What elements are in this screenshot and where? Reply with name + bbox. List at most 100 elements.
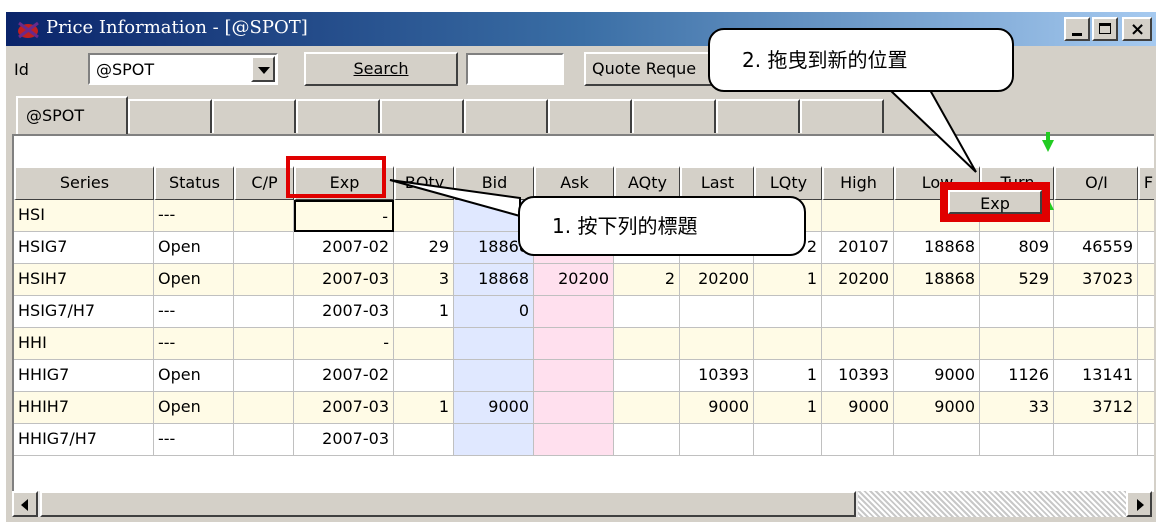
combo-dropdown-button[interactable] <box>251 56 275 82</box>
table-cell[interactable] <box>234 328 294 360</box>
column-header-lqty[interactable]: LQty <box>754 166 822 200</box>
tab-spot[interactable]: @SPOT <box>16 96 128 134</box>
column-header-status[interactable]: Status <box>154 166 234 200</box>
tab-empty[interactable] <box>212 99 296 133</box>
table-cell[interactable]: 9000 <box>822 392 894 424</box>
table-cell[interactable]: 10393 <box>680 360 754 392</box>
table-cell[interactable]: 3712 <box>1054 392 1138 424</box>
tab-empty[interactable] <box>128 99 212 133</box>
table-cell[interactable]: Open <box>154 392 234 424</box>
table-cell[interactable]: Open <box>154 264 234 296</box>
table-cell[interactable] <box>1138 328 1154 360</box>
table-cell[interactable]: 20200 <box>680 264 754 296</box>
table-cell[interactable] <box>454 360 534 392</box>
blank-input[interactable] <box>466 53 564 85</box>
table-row[interactable]: HHIG7/H7 <box>14 424 154 456</box>
table-cell[interactable]: --- <box>154 200 234 232</box>
table-cell[interactable]: 2007-02 <box>294 232 394 264</box>
table-cell[interactable] <box>614 360 680 392</box>
table-cell[interactable] <box>980 424 1054 456</box>
column-header-bid[interactable]: Bid <box>454 166 534 200</box>
table-cell[interactable] <box>234 200 294 232</box>
table-cell[interactable] <box>1054 424 1138 456</box>
table-cell[interactable] <box>614 296 680 328</box>
table-row[interactable]: HSIH7 <box>14 264 154 296</box>
scroll-left-button[interactable] <box>12 491 38 517</box>
column-header-high[interactable]: High <box>822 166 894 200</box>
horizontal-scrollbar[interactable] <box>12 491 1152 517</box>
table-cell[interactable] <box>614 328 680 360</box>
table-cell[interactable] <box>822 424 894 456</box>
table-cell[interactable]: 3 <box>394 264 454 296</box>
column-header-oi[interactable]: O/I <box>1054 166 1138 200</box>
table-cell[interactable] <box>454 328 534 360</box>
table-cell[interactable]: 37023 <box>1054 264 1138 296</box>
table-cell[interactable] <box>1054 328 1138 360</box>
table-cell[interactable] <box>1138 264 1154 296</box>
table-cell[interactable]: 20107 <box>822 232 894 264</box>
id-combobox[interactable]: @SPOT <box>88 53 278 85</box>
table-cell[interactable] <box>680 424 754 456</box>
table-cell[interactable] <box>680 296 754 328</box>
table-cell[interactable] <box>1138 296 1154 328</box>
table-cell[interactable]: 2007-02 <box>294 360 394 392</box>
table-cell[interactable] <box>822 328 894 360</box>
scroll-thumb[interactable] <box>40 491 856 517</box>
table-cell[interactable] <box>534 328 614 360</box>
table-cell[interactable] <box>754 296 822 328</box>
table-cell[interactable] <box>822 200 894 232</box>
table-row[interactable]: HHIH7 <box>14 392 154 424</box>
table-cell[interactable] <box>1054 200 1138 232</box>
table-cell[interactable]: 2007-03 <box>294 392 394 424</box>
table-cell[interactable]: 29 <box>394 232 454 264</box>
table-cell[interactable]: 1 <box>394 296 454 328</box>
table-row[interactable]: HHI <box>14 328 154 360</box>
tab-empty[interactable] <box>296 99 380 133</box>
table-cell[interactable] <box>822 296 894 328</box>
table-row[interactable]: HSIG7/H7 <box>14 296 154 328</box>
table-cell[interactable]: 9000 <box>894 360 980 392</box>
tab-empty[interactable] <box>464 99 548 133</box>
scroll-right-button[interactable] <box>1126 491 1152 517</box>
column-header-last[interactable]: Last <box>680 166 754 200</box>
table-cell[interactable] <box>394 328 454 360</box>
scroll-track[interactable] <box>858 491 1126 517</box>
table-cell[interactable] <box>234 392 294 424</box>
table-cell[interactable] <box>614 392 680 424</box>
table-cell[interactable] <box>1138 200 1154 232</box>
table-cell[interactable]: 18868 <box>894 264 980 296</box>
table-cell[interactable] <box>1138 392 1154 424</box>
table-cell[interactable] <box>1138 424 1154 456</box>
table-cell[interactable]: 18868 <box>454 264 534 296</box>
column-header-bqty[interactable]: BQty <box>394 166 454 200</box>
table-cell[interactable] <box>394 360 454 392</box>
table-cell[interactable] <box>454 424 534 456</box>
table-cell[interactable] <box>894 328 980 360</box>
table-cell[interactable] <box>1138 360 1154 392</box>
column-header-cp[interactable]: C/P <box>234 166 294 200</box>
table-cell[interactable] <box>234 424 294 456</box>
tab-empty[interactable] <box>548 99 632 133</box>
table-cell[interactable]: 10393 <box>822 360 894 392</box>
table-cell[interactable] <box>980 296 1054 328</box>
minimize-button[interactable] <box>1064 17 1090 41</box>
table-cell[interactable] <box>754 424 822 456</box>
table-cell[interactable]: 20200 <box>822 264 894 296</box>
table-row[interactable]: HSIG7 <box>14 232 154 264</box>
table-cell[interactable] <box>234 264 294 296</box>
table-cell[interactable]: --- <box>154 328 234 360</box>
table-cell[interactable]: 0 <box>454 296 534 328</box>
table-row[interactable]: HHIG7 <box>14 360 154 392</box>
table-cell[interactable]: Open <box>154 232 234 264</box>
table-cell[interactable]: 18868 <box>894 232 980 264</box>
close-button[interactable]: × <box>1122 17 1152 41</box>
table-cell[interactable]: 20200 <box>534 264 614 296</box>
table-cell[interactable] <box>234 296 294 328</box>
table-cell[interactable]: 33 <box>980 392 1054 424</box>
table-cell[interactable] <box>1138 232 1154 264</box>
tab-empty[interactable] <box>632 99 716 133</box>
table-cell[interactable]: 2007-03 <box>294 424 394 456</box>
table-cell[interactable]: 529 <box>980 264 1054 296</box>
table-cell[interactable] <box>534 360 614 392</box>
table-cell[interactable] <box>894 424 980 456</box>
